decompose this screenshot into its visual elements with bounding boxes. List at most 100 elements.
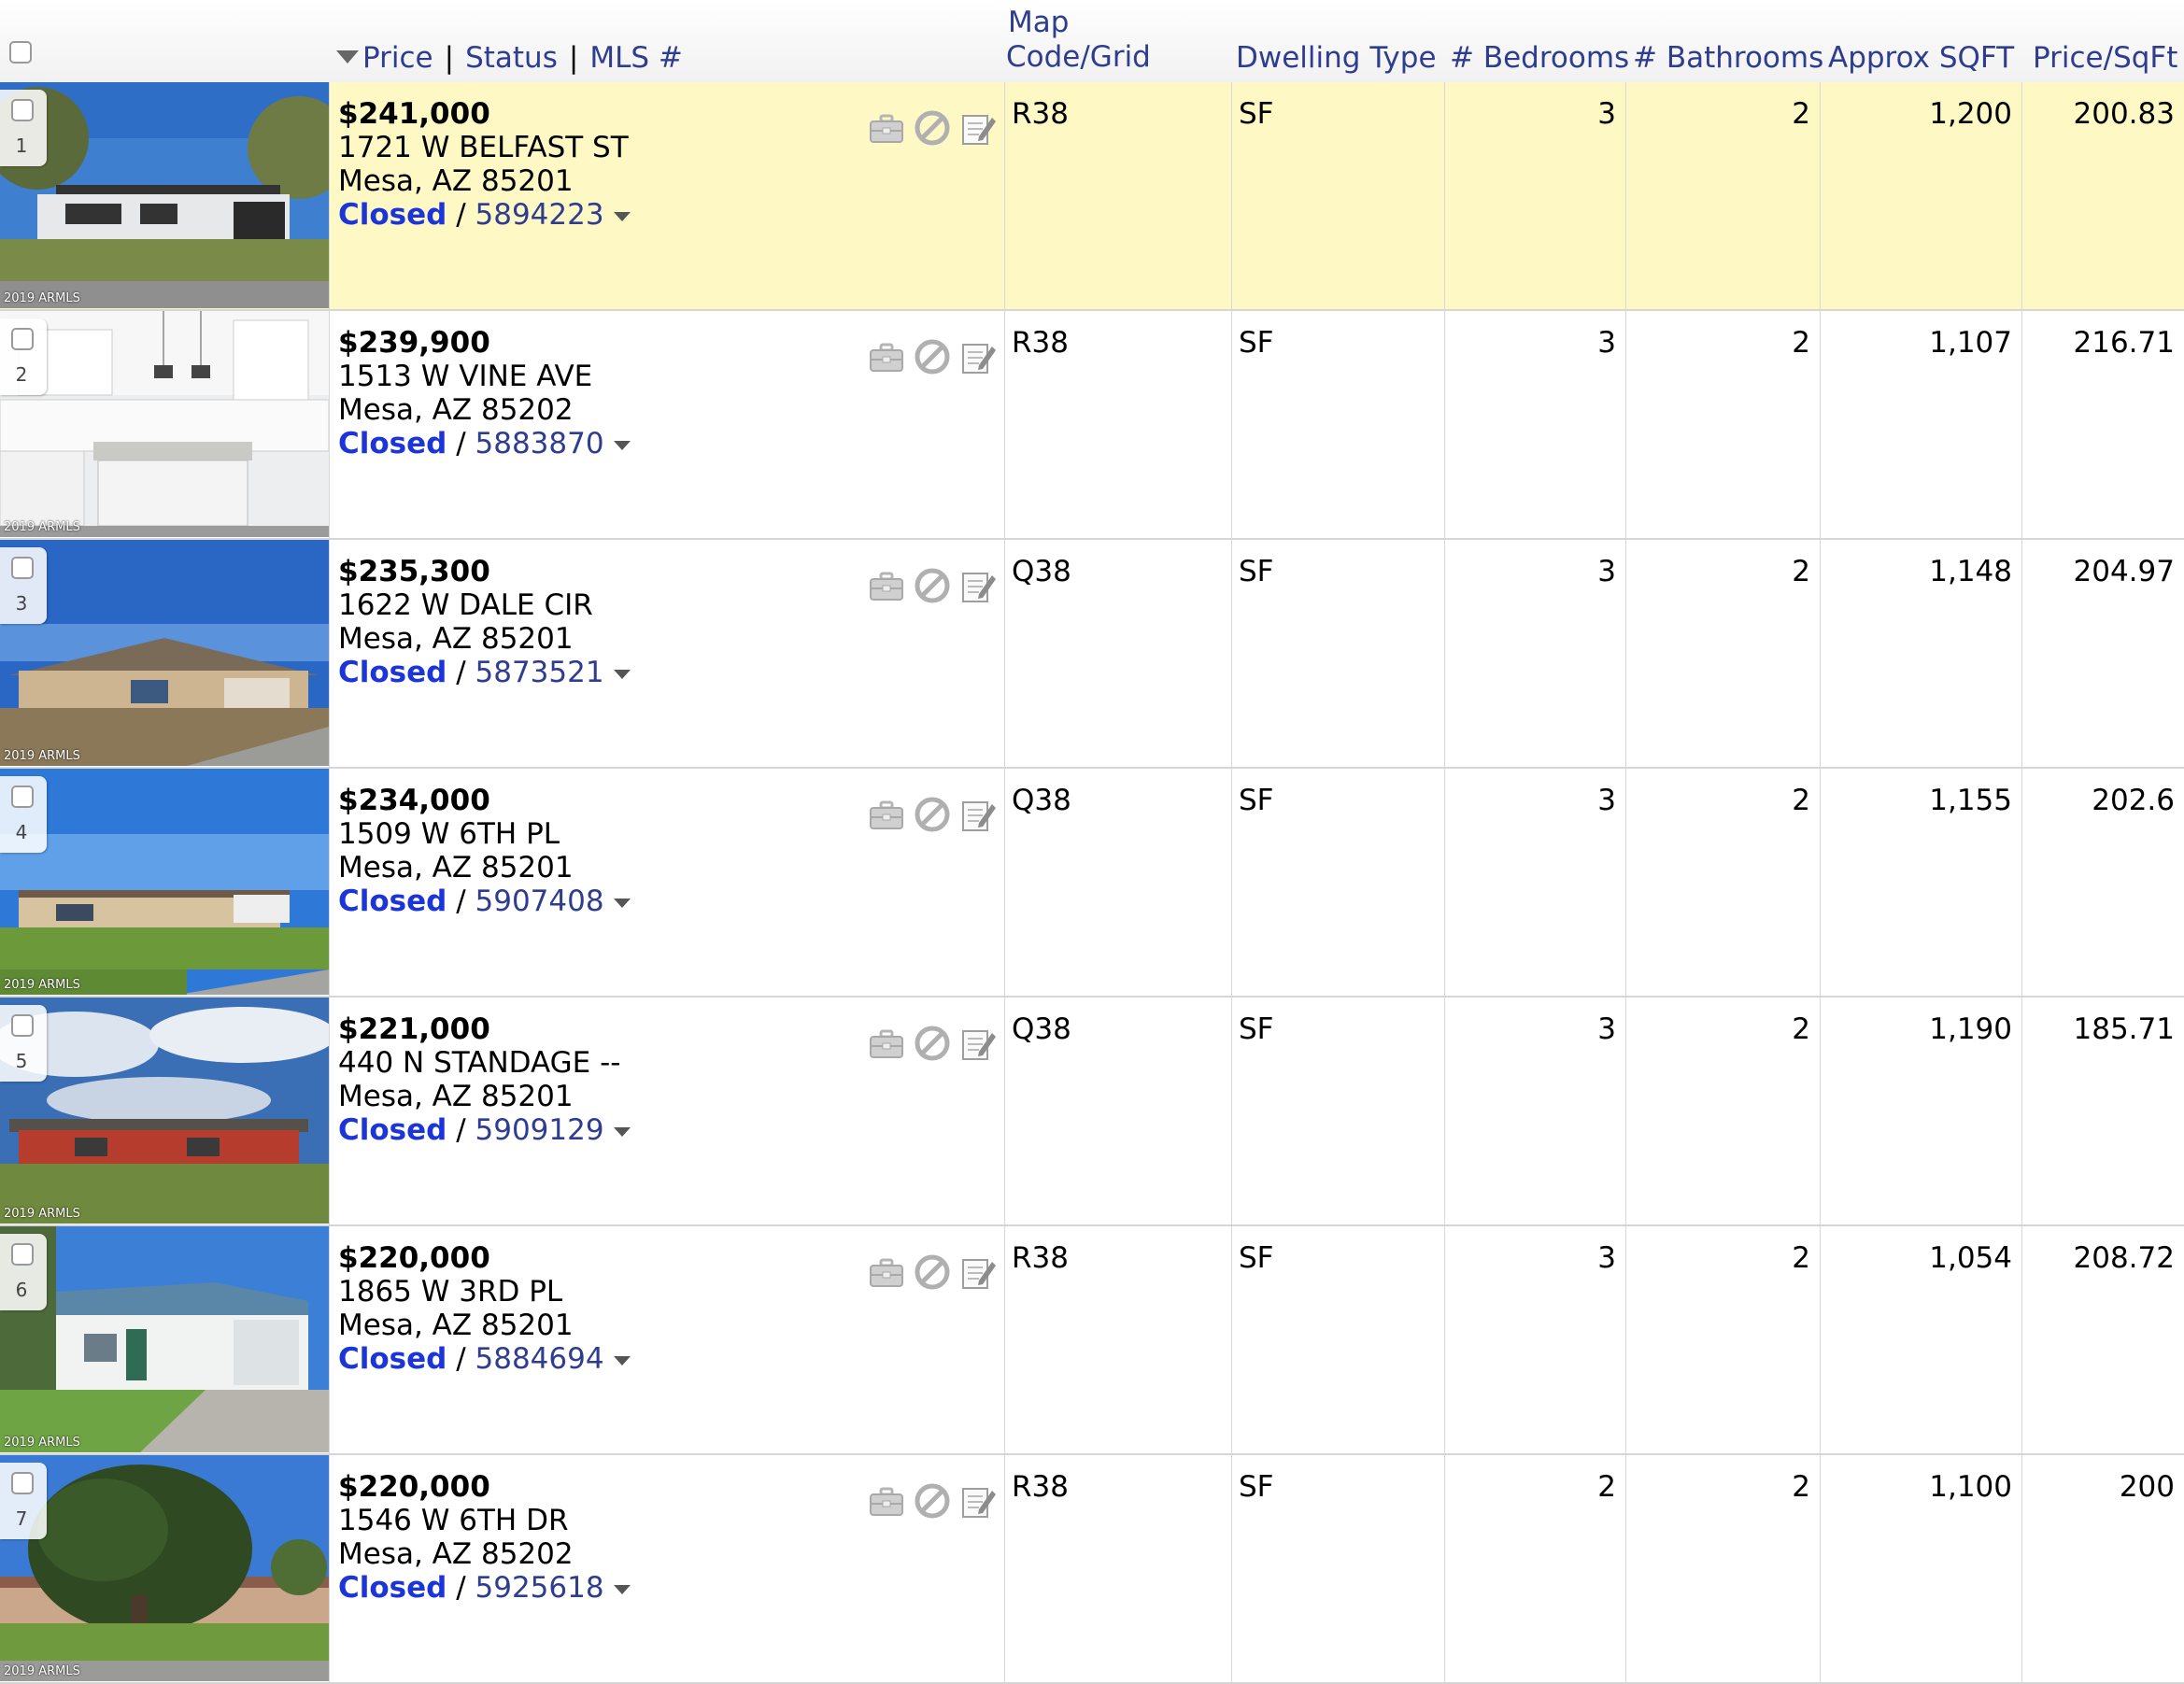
photo-watermark: 2019 ARMLS (4, 1207, 80, 1221)
sort-price-sqft-link[interactable]: Price/SqFt (2033, 41, 2177, 76)
table-row[interactable]: 2019 ARMLS 5 $221,000 440 N STANDAGE -- … (0, 998, 2184, 1226)
row-number: 5 (15, 1050, 28, 1072)
listing-mls-link[interactable]: 5873521 (475, 656, 604, 689)
table-row[interactable]: 2019 ARMLS 6 $220,000 1865 W 3RD PL Mesa… (0, 1226, 2184, 1455)
row-select-badge: 3 (0, 547, 47, 624)
listing-street: 1509 W 6TH PL (338, 817, 560, 851)
row-number: 4 (15, 821, 28, 843)
listing-photo[interactable]: 2019 ARMLS 7 (0, 1455, 329, 1681)
mls-dropdown-chevron-icon[interactable] (613, 440, 631, 450)
listing-city: Mesa, AZ 85201 (338, 164, 574, 198)
no-entry-icon[interactable] (913, 1481, 952, 1521)
listing-mls-link[interactable]: 5925618 (475, 1571, 604, 1605)
listing-mls-link[interactable]: 5894223 (475, 198, 604, 232)
status-separator: / (456, 1571, 466, 1605)
briefcase-icon[interactable] (867, 1252, 906, 1292)
no-entry-icon[interactable] (913, 566, 952, 605)
edit-note-icon[interactable] (958, 1024, 998, 1063)
listing-mls-link[interactable]: 5907408 (475, 884, 604, 918)
sort-mls-link[interactable]: MLS # (589, 41, 683, 75)
sort-status-link[interactable]: Status (465, 41, 558, 75)
column-divider (1231, 311, 1232, 538)
sort-bedrooms-link[interactable]: # Bedrooms (1450, 41, 1629, 76)
column-divider (1231, 1226, 1232, 1453)
edit-note-icon[interactable] (958, 566, 998, 605)
briefcase-icon[interactable] (867, 566, 906, 605)
edit-note-icon[interactable] (958, 1481, 998, 1521)
edit-note-icon[interactable] (958, 1252, 998, 1292)
listing-photo[interactable]: 2019 ARMLS 6 (0, 1226, 329, 1452)
table-row[interactable]: 2019 ARMLS 2 $239,900 1513 W VINE AVE Me… (0, 311, 2184, 540)
row-checkbox[interactable] (11, 785, 34, 808)
map-code-cell: R38 (1012, 1470, 1069, 1504)
no-entry-icon[interactable] (913, 337, 952, 376)
status-separator: / (456, 884, 466, 918)
column-divider (1004, 540, 1005, 767)
listing-status-link[interactable]: Closed (338, 1342, 447, 1376)
listing-photo[interactable]: 2019 ARMLS 5 (0, 998, 329, 1224)
listing-photo[interactable]: 2019 ARMLS 2 (0, 311, 329, 537)
row-checkbox[interactable] (11, 557, 34, 579)
row-action-icons (867, 1024, 998, 1063)
sort-bathrooms-link[interactable]: # Bathrooms (1633, 41, 1823, 76)
mls-dropdown-chevron-icon[interactable] (613, 1126, 631, 1137)
listing-photo[interactable]: 2019 ARMLS 4 (0, 769, 329, 995)
mls-dropdown-chevron-icon[interactable] (613, 898, 631, 908)
table-row[interactable]: 2019 ARMLS 7 $220,000 1546 W 6TH DR Mesa… (0, 1455, 2184, 1684)
bathrooms-cell: 2 (1792, 1470, 1810, 1504)
listing-photo[interactable]: 2019 ARMLS 1 (0, 82, 329, 308)
listing-info: $239,900 1513 W VINE AVE Mesa, AZ 85202 … (338, 326, 631, 460)
row-checkbox[interactable] (11, 1243, 34, 1266)
sort-sqft-link[interactable]: Approx SQFT (1828, 41, 2014, 76)
listing-street: 1865 W 3RD PL (338, 1275, 563, 1309)
mls-dropdown-chevron-icon[interactable] (613, 1355, 631, 1366)
row-number: 6 (15, 1279, 28, 1301)
listing-mls-link[interactable]: 5909129 (475, 1113, 604, 1147)
no-entry-icon[interactable] (913, 108, 952, 148)
row-checkbox[interactable] (11, 1472, 34, 1494)
edit-note-icon[interactable] (958, 108, 998, 148)
bathrooms-cell: 2 (1792, 784, 1810, 817)
listing-status-link[interactable]: Closed (338, 884, 447, 918)
row-checkbox[interactable] (11, 328, 34, 350)
listing-mls-link[interactable]: 5884694 (475, 1342, 604, 1376)
header-separator: | (444, 41, 455, 75)
column-divider (1231, 540, 1232, 767)
status-separator: / (456, 427, 466, 460)
edit-note-icon[interactable] (958, 795, 998, 834)
no-entry-icon[interactable] (913, 1024, 952, 1063)
edit-note-icon[interactable] (958, 337, 998, 376)
listing-status-link[interactable]: Closed (338, 198, 447, 232)
sort-dwelling-type-link[interactable]: Dwelling Type (1236, 41, 1437, 76)
mls-dropdown-chevron-icon[interactable] (613, 1584, 631, 1594)
sort-price-link[interactable]: Price (362, 41, 433, 75)
listing-status-link[interactable]: Closed (338, 1571, 447, 1605)
mls-dropdown-chevron-icon[interactable] (613, 669, 631, 679)
bedrooms-cell: 2 (1597, 1470, 1616, 1504)
listing-mls-link[interactable]: 5883870 (475, 427, 604, 460)
row-checkbox[interactable] (11, 99, 34, 121)
row-checkbox[interactable] (11, 1014, 34, 1037)
sqft-cell: 1,107 (1929, 326, 2012, 360)
briefcase-icon[interactable] (867, 108, 906, 148)
listing-status-link[interactable]: Closed (338, 656, 447, 689)
sort-map-code-link[interactable]: Map Code/Grid (1006, 6, 1151, 75)
row-select-badge: 4 (0, 776, 47, 853)
briefcase-icon[interactable] (867, 1024, 906, 1063)
select-all-checkbox[interactable] (9, 41, 32, 64)
bedrooms-cell: 3 (1597, 555, 1616, 588)
no-entry-icon[interactable] (913, 1252, 952, 1292)
no-entry-icon[interactable] (913, 795, 952, 834)
column-divider (329, 82, 330, 309)
table-row[interactable]: 2019 ARMLS 3 $235,300 1622 W DALE CIR Me… (0, 540, 2184, 769)
sqft-cell: 1,054 (1929, 1241, 2012, 1275)
briefcase-icon[interactable] (867, 1481, 906, 1521)
mls-dropdown-chevron-icon[interactable] (613, 211, 631, 221)
briefcase-icon[interactable] (867, 337, 906, 376)
listing-status-link[interactable]: Closed (338, 1113, 447, 1147)
table-row[interactable]: 2019 ARMLS 1 $241,000 1721 W BELFAST ST … (0, 82, 2184, 311)
listing-status-link[interactable]: Closed (338, 427, 447, 460)
listing-photo[interactable]: 2019 ARMLS 3 (0, 540, 329, 766)
table-row[interactable]: 2019 ARMLS 4 $234,000 1509 W 6TH PL Mesa… (0, 769, 2184, 998)
briefcase-icon[interactable] (867, 795, 906, 834)
